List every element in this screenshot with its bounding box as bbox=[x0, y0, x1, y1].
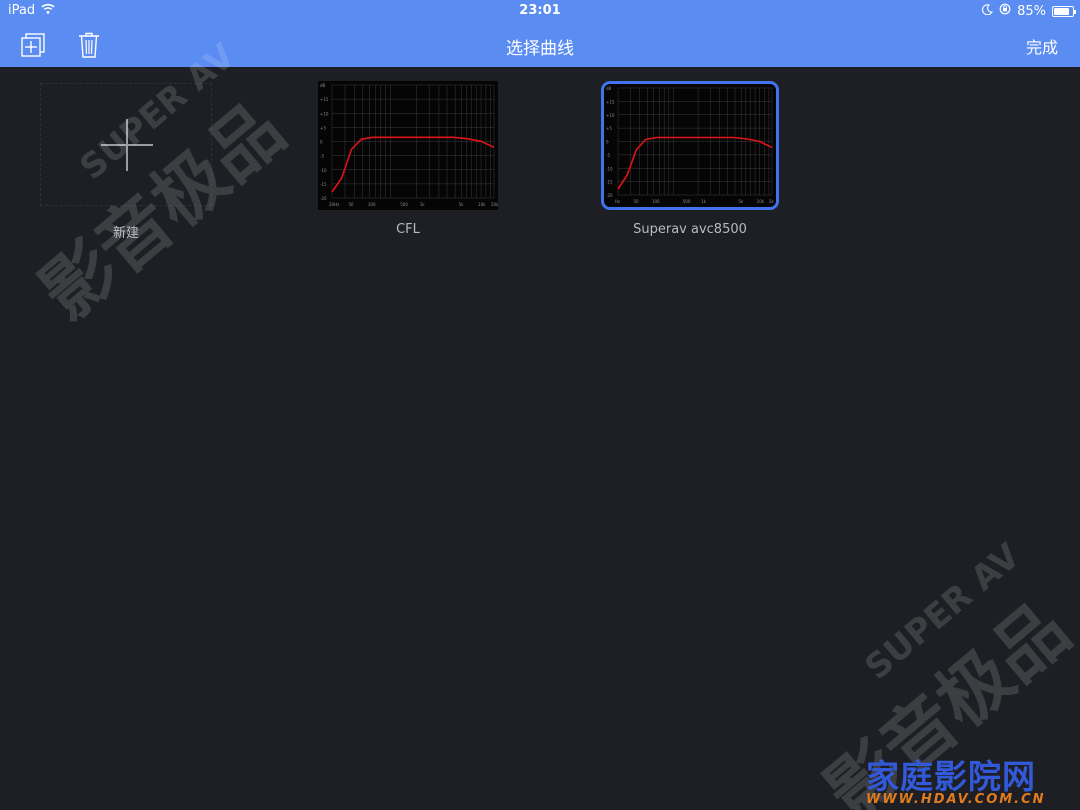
battery-icon bbox=[1052, 5, 1076, 17]
curve-tile-superav[interactable]: dB +15 +10 +5 0 -5 -10 -15 -20 Hz 50 100 500 1k 5k 10k 2… bbox=[601, 81, 779, 210]
cfl-curve-graph: dB +15 +10 +5 0 -5 -10 -15 -2020Hz 50 100 500 1k 5k 10… bbox=[320, 83, 498, 207]
y-tick-label: 0 bbox=[320, 140, 323, 145]
x-tick-label: 50 bbox=[633, 199, 639, 204]
y-tick-label: +10 bbox=[606, 113, 615, 118]
eq-curve-line bbox=[617, 136, 773, 190]
y-tick-label: 0 bbox=[606, 140, 609, 145]
y-tick-label: -15 bbox=[320, 182, 327, 187]
x-tick-label: 100 bbox=[368, 202, 376, 207]
brand-logo: 家庭影院网 bbox=[866, 757, 1036, 796]
y-tick-label: +5 bbox=[320, 125, 326, 130]
brand-url: WWW.HDAV.COM.CN bbox=[866, 792, 1046, 807]
x-tick-label: 10k bbox=[478, 202, 486, 207]
x-tick-label: 100 bbox=[652, 199, 660, 204]
y-tick-label: -10 bbox=[606, 166, 613, 171]
y-tick-label: +5 bbox=[606, 126, 612, 131]
x-tick-label: 500 bbox=[400, 202, 408, 207]
moon-icon bbox=[982, 3, 994, 19]
x-tick-label: 2k bbox=[769, 199, 775, 204]
y-tick-label: -10 bbox=[320, 168, 327, 173]
y-tick-label: -15 bbox=[606, 180, 613, 185]
y-tick-label: -20 bbox=[320, 196, 327, 201]
x-tick-label: 10k bbox=[757, 199, 765, 204]
x-tick-label: 1k bbox=[420, 202, 426, 207]
watermark-top: SUPER AV 影音极品 bbox=[24, 36, 300, 336]
y-tick-label: +10 bbox=[320, 111, 329, 116]
y-tick-label: dB bbox=[320, 83, 326, 88]
rotation-lock-icon bbox=[999, 3, 1011, 19]
x-tick-label: 20Hz bbox=[329, 202, 339, 207]
page-title: 选择曲线 bbox=[506, 39, 574, 59]
status-bar: iPad 23:01 85% bbox=[0, 0, 1080, 22]
x-tick-label: 5k bbox=[738, 199, 744, 204]
clock: 23:01 bbox=[519, 3, 561, 18]
y-tick-label: -5 bbox=[320, 154, 324, 159]
nav-bar: 选择曲线 完成 bbox=[0, 22, 1080, 67]
y-tick-label: dB bbox=[606, 86, 612, 91]
y-tick-label: -5 bbox=[606, 153, 610, 158]
x-tick-label: 20k bbox=[491, 202, 498, 207]
x-tick-label: Hz bbox=[615, 199, 620, 204]
y-tick-label: -20 bbox=[606, 193, 613, 198]
battery-fill bbox=[1054, 7, 1070, 15]
superav-curve-label: Superav avc8500 bbox=[633, 222, 747, 237]
battery-percent: 85% bbox=[1017, 3, 1046, 19]
curve-tile-cfl[interactable]: dB +15 +10 +5 0 -5 -10 -15 -20 20Hz 50 100 500 1k 5k 10… bbox=[318, 81, 498, 210]
x-tick-label: 50 bbox=[348, 202, 354, 207]
done-button[interactable]: 完成 bbox=[1026, 34, 1058, 58]
cfl-curve-label: CFL bbox=[396, 222, 420, 237]
y-tick-label: +15 bbox=[320, 97, 329, 102]
x-tick-label: 500 bbox=[683, 199, 691, 204]
x-tick-label: 5k bbox=[459, 202, 465, 207]
superav-curve-graph: dB +15 +10 +5 0 -5 -10 -15 -20Hz 50 100 500 1k 5k 10k 2… bbox=[606, 86, 775, 204]
x-tick-label: 1k bbox=[701, 199, 707, 204]
y-tick-label: +15 bbox=[606, 99, 615, 104]
